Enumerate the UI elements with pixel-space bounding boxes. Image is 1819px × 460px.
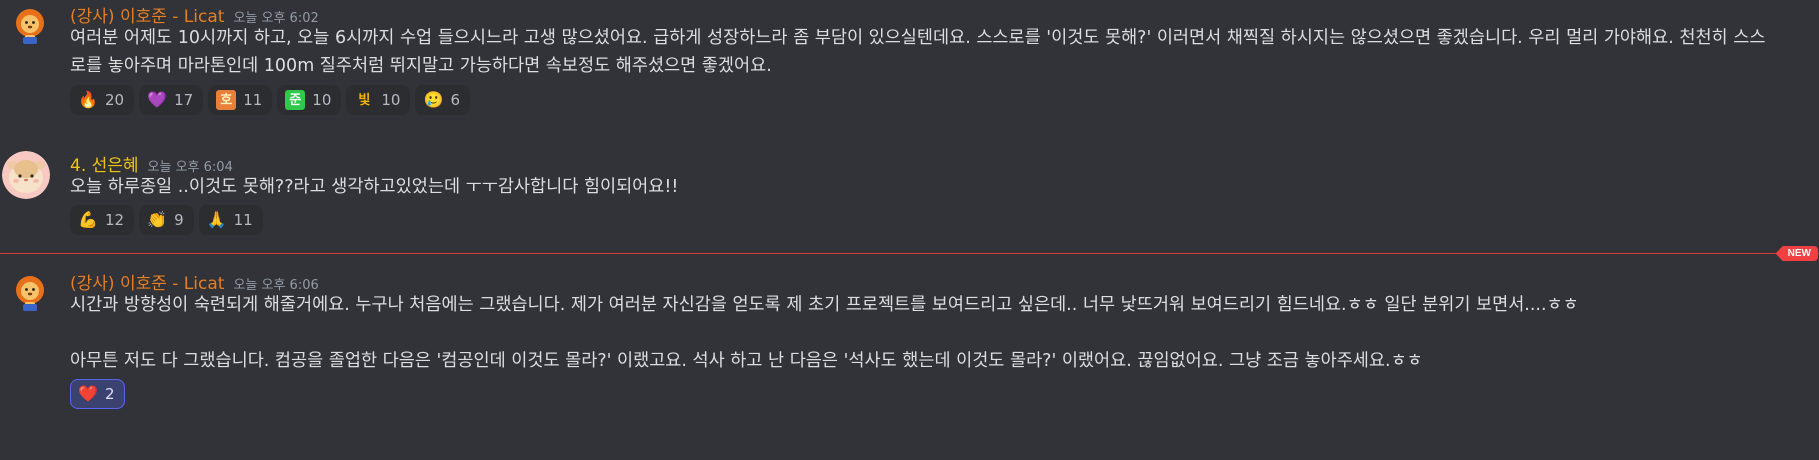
reaction-count: 9 (174, 211, 184, 229)
new-badge: NEW (1775, 246, 1818, 261)
reaction-count: 6 (450, 91, 461, 109)
reaction-count: 10 (312, 91, 332, 109)
jun-emoji-icon: 준 (285, 90, 306, 110)
hamster-avatar-icon (2, 151, 50, 199)
lion-avatar-icon (10, 273, 50, 313)
red-heart-icon: ❤️ (78, 384, 98, 403)
reaction-count: 11 (233, 211, 253, 229)
reaction-jun[interactable]: 준 10 (277, 85, 342, 115)
reaction-count: 12 (105, 211, 125, 229)
reaction-count: 2 (105, 385, 115, 403)
new-messages-divider (0, 253, 1819, 254)
reaction-bar: 🔥 20 💜 17 호 11 준 10 빛 10 🥲 6 (70, 85, 1779, 115)
message-text-paragraph-2: 아무튼 저도 다 그랬습니다. 컴공을 졸업한 다음은 '컴공인데 이것도 몰라… (70, 351, 1423, 371)
reaction-smiling-tear[interactable]: 🥲 6 (415, 85, 471, 115)
flexed-biceps-icon: 💪 (78, 210, 98, 229)
lion-avatar-icon (10, 6, 50, 46)
message-text: 오늘 하루종일 ..이것도 못해??라고 생각하고있었는데 ㅜㅜ감사합니다 힘이… (70, 177, 679, 197)
reaction-heart[interactable]: ❤️ 2 (70, 379, 125, 409)
reaction-count: 11 (243, 91, 263, 109)
reaction-bit[interactable]: 빛 10 (346, 85, 411, 115)
message-text: 여러분 어제도 10시까지 하고, 오늘 6시까지 수업 들으시느라 고생 많으… (70, 28, 1766, 76)
reaction-purple-heart[interactable]: 💜 17 (139, 85, 204, 115)
clapping-hands-icon: 👏 (147, 210, 168, 229)
avatar[interactable] (10, 6, 50, 46)
ho-emoji-icon: 호 (216, 90, 237, 110)
reaction-count: 10 (381, 91, 401, 109)
chat-messages: (강사) 이호준 - Licat 오늘 오후 6:02 여러분 어제도 10시까… (0, 0, 1819, 460)
bit-emoji-icon: 빛 (354, 90, 375, 110)
reaction-bar: ❤️ 2 (70, 379, 1779, 409)
purple-heart-icon: 💜 (147, 90, 168, 109)
reaction-fire[interactable]: 🔥 20 (70, 85, 135, 115)
folded-hands-icon: 🙏 (206, 210, 227, 229)
avatar[interactable] (10, 273, 50, 313)
reaction-bar: 💪 12 👏 9 🙏 11 (70, 205, 1779, 235)
avatar[interactable] (2, 151, 50, 199)
reaction-ho[interactable]: 호 11 (208, 85, 273, 115)
reaction-pray[interactable]: 🙏 11 (198, 205, 263, 235)
reaction-clap[interactable]: 👏 9 (139, 205, 194, 235)
reaction-muscle[interactable]: 💪 12 (70, 205, 135, 235)
reaction-count: 17 (174, 91, 194, 109)
fire-icon: 🔥 (78, 90, 98, 109)
message-text: 시간과 방향성이 숙련되게 해줄거에요. 누구나 처음에는 그랬습니다. 제가 … (70, 295, 1579, 315)
smiling-tear-icon: 🥲 (423, 90, 444, 109)
reaction-count: 20 (105, 91, 125, 109)
